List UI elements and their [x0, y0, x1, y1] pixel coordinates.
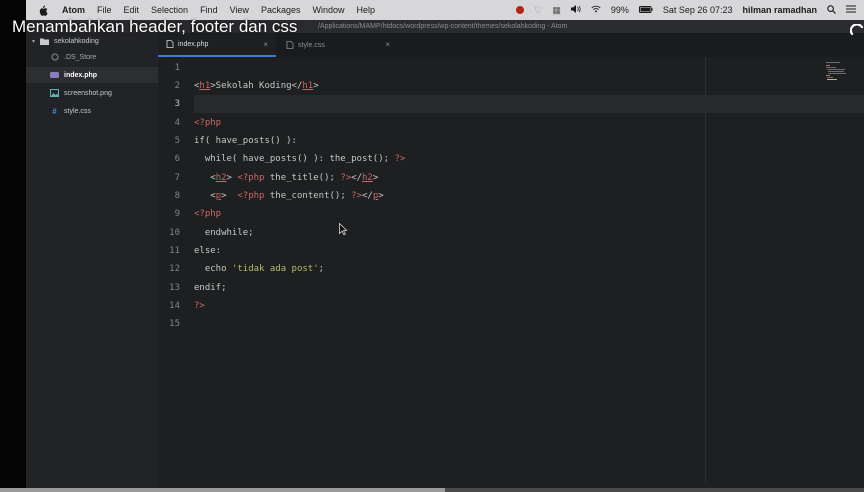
line-number: 10: [169, 228, 180, 238]
code-line-9[interactable]: <?php: [194, 205, 864, 223]
line-number: 3: [174, 99, 180, 109]
code-line-13[interactable]: endif;: [194, 279, 864, 297]
battery-percent: 99%: [610, 5, 629, 15]
battery-icon[interactable]: [638, 5, 653, 15]
tree-view: ▾ sekolahkoding .DS_Store index.php scre…: [26, 33, 158, 492]
code-line-1[interactable]: [194, 59, 864, 77]
wifi-icon[interactable]: [591, 5, 601, 15]
line-number: 9: [174, 209, 180, 219]
close-icon[interactable]: ×: [263, 40, 268, 49]
php-file-icon: [50, 71, 59, 80]
code-line-8[interactable]: <p> <?php the_content(); ?></p>: [194, 187, 864, 205]
tree-item-label: screenshot.png: [64, 89, 112, 97]
close-icon[interactable]: ×: [385, 40, 390, 49]
tree-item-label: .DS_Store: [64, 53, 97, 61]
code-line-4[interactable]: <?php: [194, 114, 864, 132]
line-number: 4: [174, 118, 180, 128]
spotlight-search-icon[interactable]: [827, 4, 836, 16]
tab-label: style.css: [298, 41, 325, 49]
line-number: 14: [169, 301, 180, 311]
line-number: 8: [174, 191, 180, 201]
folder-icon: [40, 37, 49, 46]
grid-icon[interactable]: ▦: [552, 5, 561, 16]
menu-find[interactable]: Find: [200, 5, 218, 15]
apple-icon[interactable]: [36, 3, 50, 17]
chevron-down-icon: ▾: [32, 38, 36, 45]
mouse-pointer-icon: [339, 222, 348, 240]
menu-edit[interactable]: Edit: [124, 5, 140, 15]
notification-center-icon[interactable]: [846, 5, 856, 15]
user-name[interactable]: hilman ramadhan: [742, 5, 817, 15]
dot-file-icon: [50, 53, 59, 62]
left-black-border: [0, 0, 26, 492]
line-number: 11: [169, 246, 180, 256]
file-text-icon: [166, 40, 174, 48]
line-number: 2: [174, 81, 180, 91]
tree-item-label: index.php: [64, 71, 98, 79]
line-number: 5: [174, 136, 180, 146]
tree-item-label: style.css: [64, 107, 91, 115]
clock-text[interactable]: Sat Sep 26 07:23: [663, 5, 733, 15]
menubar-status-area: ♡ ▦ 99% Sat Sep 26 07:23 hilman ramadhan: [506, 0, 856, 20]
line-number: 15: [169, 319, 180, 329]
loading-spinner-icon: [849, 23, 864, 43]
line-number: 13: [169, 283, 180, 293]
code-line-15[interactable]: [194, 315, 864, 333]
menu-atom[interactable]: Atom: [62, 5, 85, 15]
code-line-2[interactable]: <h1>Sekolah Koding</h1>: [194, 77, 864, 95]
menu-file[interactable]: File: [97, 5, 112, 15]
line-number: 12: [169, 264, 180, 274]
screen: Atom File Edit Selection Find View Packa…: [26, 0, 864, 492]
tree-item-style-css[interactable]: # style.css: [26, 103, 158, 119]
line-number-gutter: 1 2 3 4 5 6 7 8 9 10 11 12 13 14 15: [158, 57, 194, 482]
code-line-12[interactable]: echo 'tidak ada post';: [194, 260, 864, 278]
menu-help[interactable]: Help: [356, 5, 375, 15]
code-line-3[interactable]: [194, 95, 864, 113]
code-line-7[interactable]: <h2> <?php the_title(); ?></h2>: [194, 169, 864, 187]
menu-selection[interactable]: Selection: [151, 5, 188, 15]
video-title: Menambahkan header, footer dan css: [12, 17, 298, 36]
video-buffer-bar: [0, 488, 445, 492]
code-area[interactable]: <h1>Sekolah Koding</h1> <?php if( have_p…: [194, 57, 864, 482]
code-editor[interactable]: 1 2 3 4 5 6 7 8 9 10 11 12 13 14 15 <h1>…: [158, 57, 864, 482]
code-line-6[interactable]: while( have_posts() ): the_post(); ?>: [194, 150, 864, 168]
tree-item-ds-store[interactable]: .DS_Store: [26, 49, 158, 65]
css-file-icon: #: [52, 106, 57, 116]
line-number: 7: [174, 173, 180, 183]
tree-item-screenshot-png[interactable]: screenshot.png: [26, 85, 158, 101]
tab-label: index.php: [178, 40, 209, 48]
code-line-14[interactable]: ?>: [194, 297, 864, 315]
code-line-11[interactable]: else:: [194, 242, 864, 260]
window-title-path: /Applications/MAMP/htdocs/wordpress/wp-c…: [318, 23, 568, 30]
code-line-10[interactable]: endwhile;: [194, 224, 864, 242]
menu-window[interactable]: Window: [312, 5, 344, 15]
line-number: 1: [174, 63, 180, 73]
tree-item-index-php[interactable]: index.php: [26, 67, 158, 83]
line-number: 6: [174, 154, 180, 164]
heart-icon[interactable]: ♡: [534, 5, 542, 16]
menu-packages[interactable]: Packages: [261, 5, 301, 15]
file-text-icon: [286, 41, 294, 49]
menu-view[interactable]: View: [230, 5, 249, 15]
tree-root-label: sekolahkoding: [54, 37, 99, 45]
volume-icon[interactable]: [570, 5, 581, 15]
record-icon[interactable]: [516, 6, 525, 14]
image-file-icon: [50, 89, 59, 98]
minimap[interactable]: [826, 61, 856, 81]
code-line-5[interactable]: if( have_posts() ):: [194, 132, 864, 150]
